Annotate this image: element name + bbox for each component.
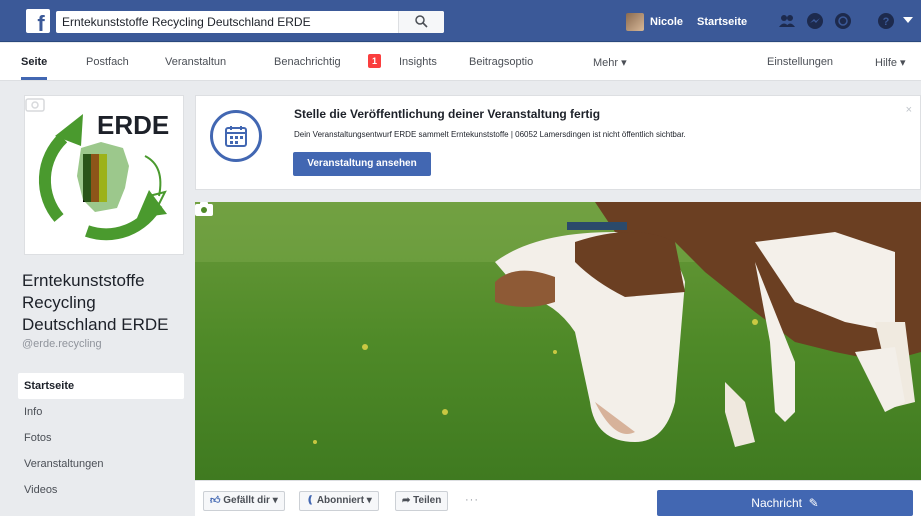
sidebar-item-events[interactable]: Veranstaltungen	[18, 451, 184, 477]
page-handle[interactable]: @erde.recycling	[22, 338, 102, 350]
tab-inbox[interactable]: Postfach	[86, 56, 129, 68]
rss-icon: ❪	[306, 495, 315, 506]
follow-button[interactable]: ❪ Abonniert ▾	[299, 491, 379, 511]
message-button-label: Nachricht	[751, 496, 802, 510]
messenger-icon[interactable]	[806, 12, 824, 30]
top-icons	[778, 12, 852, 30]
search-input[interactable]: Erntekunststoffe Recycling Deutschland E…	[62, 15, 311, 29]
event-card-description: Dein Veranstaltungsentwurf ERDE sammelt …	[294, 130, 686, 139]
page-name[interactable]: Erntekunststoffe Recycling Deutschland E…	[22, 270, 192, 336]
tab-insights[interactable]: Insights	[399, 56, 437, 68]
share-label: Teilen	[413, 495, 442, 506]
tab-more[interactable]: Mehr ▾	[593, 56, 627, 69]
send-message-button[interactable]: Nachricht ✎	[657, 490, 913, 516]
page-tabs-bar: Seite Postfach Veranstaltun Benachrichti…	[0, 43, 921, 81]
page-profile-picture[interactable]: ERDE	[24, 95, 184, 255]
more-options-button[interactable]: ···	[465, 494, 479, 506]
camera-icon[interactable]	[195, 202, 213, 216]
profile-name: Nicole	[650, 16, 684, 28]
account-menu-chevron-down-icon[interactable]	[903, 17, 913, 23]
tab-publishing-tools[interactable]: Beitragsoptio	[469, 56, 533, 68]
facebook-logo-icon[interactable]: f	[26, 9, 50, 33]
notification-count-badge: 1	[368, 54, 381, 68]
event-card-title: Stelle die Veröffentlichung deiner Veran…	[294, 107, 601, 121]
help-icon[interactable]: ?	[877, 12, 895, 35]
logo-text: ERDE	[97, 110, 169, 140]
home-link[interactable]: Startseite	[697, 16, 747, 28]
tab-events[interactable]: Veranstaltun	[165, 56, 226, 68]
sidebar-item-videos[interactable]: Videos	[18, 477, 184, 503]
search-field[interactable]: Erntekunststoffe Recycling Deutschland E…	[56, 11, 444, 33]
like-label: Gefällt dir ▾	[223, 495, 278, 506]
share-button[interactable]: ➦ Teilen	[395, 491, 449, 511]
close-icon[interactable]: ×	[906, 104, 912, 116]
sidebar-item-info[interactable]: Info	[18, 399, 184, 425]
cow-grazing-image	[195, 202, 921, 480]
cover-photo[interactable]	[195, 202, 921, 480]
erde-logo: ERDE	[25, 96, 183, 254]
tab-notifications[interactable]: Benachrichtig	[274, 56, 341, 68]
tab-page[interactable]: Seite	[21, 56, 48, 80]
calendar-icon	[210, 110, 262, 162]
profile-link[interactable]: Nicole	[626, 13, 683, 31]
search-icon	[415, 15, 428, 28]
view-event-button[interactable]: Veranstaltung ansehen	[293, 152, 431, 176]
sidebar-item-home[interactable]: Startseite	[18, 373, 184, 399]
notifications-globe-icon[interactable]	[834, 12, 852, 30]
thumbs-up-icon: 👍︎	[210, 495, 221, 506]
like-button[interactable]: 👍︎ Gefällt dir ▾	[203, 491, 285, 511]
share-arrow-icon: ➦	[402, 495, 411, 506]
event-draft-card: Stelle die Veröffentlichung deiner Veran…	[195, 95, 921, 190]
follow-label: Abonniert ▾	[316, 495, 372, 506]
tab-help[interactable]: Hilfe ▾	[875, 56, 906, 69]
friend-requests-icon[interactable]	[778, 12, 796, 30]
sidebar-item-photos[interactable]: Fotos	[18, 425, 184, 451]
pencil-icon: ✎	[805, 496, 819, 510]
avatar	[626, 13, 644, 31]
svg-text:?: ?	[883, 16, 890, 28]
page-action-bar: 👍︎ Gefällt dir ▾ ❪ Abonniert ▾ ➦ Teilen …	[195, 480, 921, 516]
left-navigation: Startseite Info Fotos Veranstaltungen Vi…	[18, 373, 184, 503]
top-navigation-bar: f Erntekunststoffe Recycling Deutschland…	[0, 0, 921, 42]
camera-icon[interactable]	[25, 96, 45, 112]
tab-settings[interactable]: Einstellungen	[767, 56, 833, 68]
search-button[interactable]	[398, 11, 444, 33]
